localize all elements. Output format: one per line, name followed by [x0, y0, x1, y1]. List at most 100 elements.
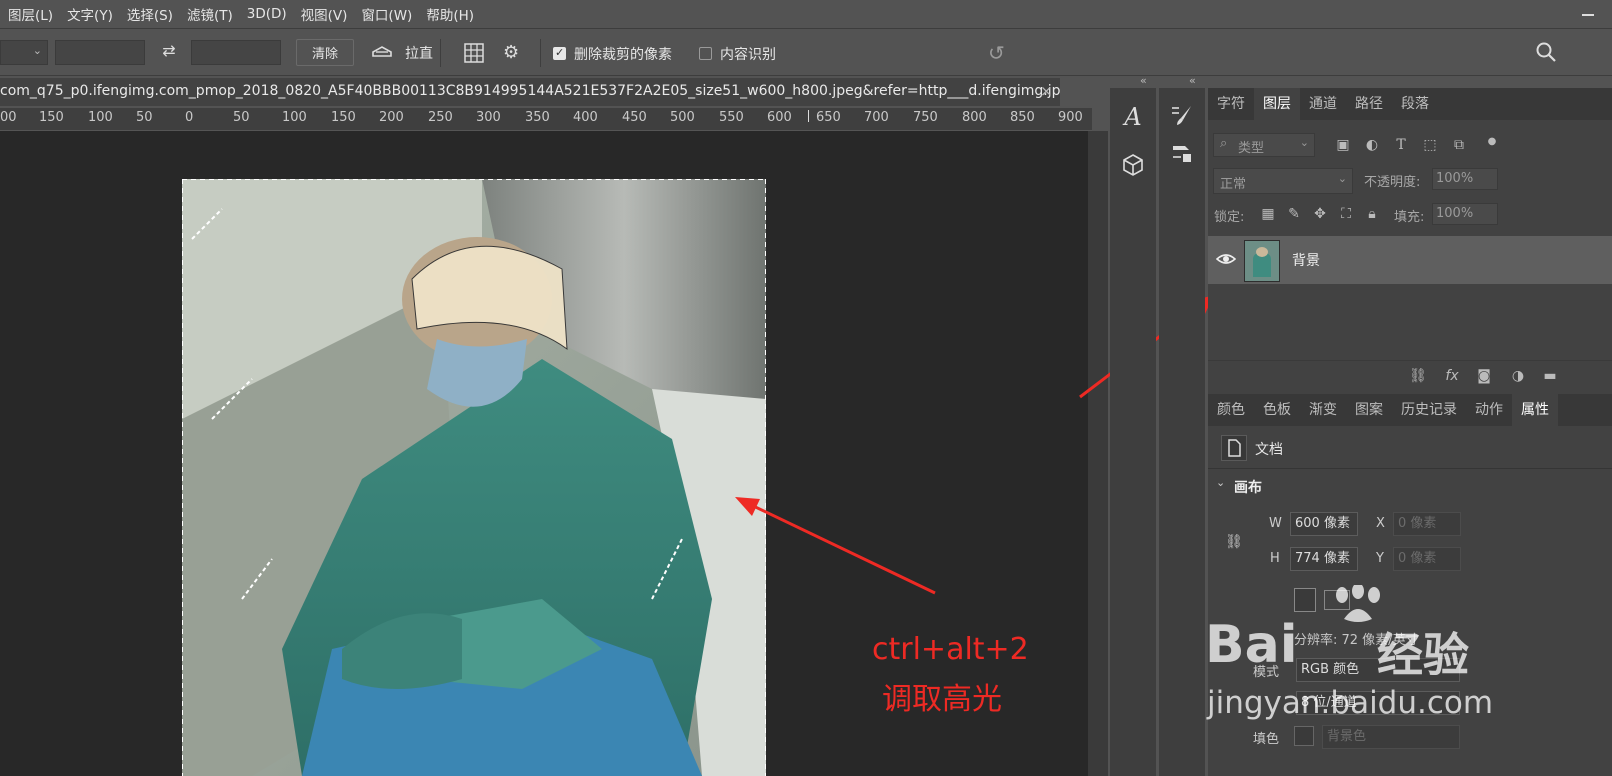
blend-mode-value: 正常 [1220, 177, 1247, 192]
content-aware-checkbox[interactable] [699, 47, 712, 60]
tool-presets-icon[interactable] [1159, 132, 1205, 174]
ratio-dropdown[interactable]: ⌄ [0, 40, 48, 65]
baidu-watermark: Bai 经验 jingyan.baidu.com [1205, 585, 1505, 735]
grid-overlay-icon[interactable] [463, 42, 485, 64]
content-aware-label: 内容识别 [720, 47, 776, 63]
menu-3d[interactable]: 3D(D) [240, 6, 294, 22]
opacity-value: 100% [1436, 171, 1474, 186]
layer-thumbnail [1244, 240, 1280, 282]
layer-filter-dropdown[interactable]: ⌕ 类型 ⌄ [1213, 133, 1315, 157]
type-filter-icon[interactable]: T [1393, 137, 1409, 153]
tab-character[interactable]: 字符 [1208, 88, 1254, 120]
ruler-label: 50 [233, 110, 250, 125]
straighten-label[interactable]: 拉直 [405, 43, 433, 63]
document-icon [1221, 435, 1247, 461]
ruler-label: 800 [962, 110, 987, 125]
lock-label: 锁定: [1214, 210, 1245, 225]
minimize-button[interactable] [1578, 6, 1598, 20]
tab-paragraph[interactable]: 段落 [1392, 88, 1438, 120]
width-field[interactable] [55, 40, 145, 65]
collapse-icon[interactable]: « [1189, 74, 1196, 87]
eye-icon[interactable] [1215, 251, 1237, 267]
menu-layer[interactable]: 图层(L) [0, 4, 60, 24]
tab-actions[interactable]: 动作 [1466, 394, 1512, 426]
straighten-icon[interactable] [370, 42, 394, 62]
menu-view[interactable]: 视图(V) [294, 4, 355, 24]
lock-brush-icon[interactable]: ✎ [1286, 206, 1302, 222]
canvas-width-input[interactable]: 600 像素 [1290, 512, 1358, 536]
tab-gradients[interactable]: 渐变 [1300, 394, 1346, 426]
undo-icon[interactable]: ↺ [988, 41, 1012, 65]
lock-position-icon[interactable]: ✥ [1312, 206, 1328, 222]
clear-button[interactable]: 清除 [296, 39, 354, 66]
smart-object-filter-icon[interactable]: ⧉ [1451, 137, 1467, 153]
height-field[interactable] [191, 40, 281, 65]
lock-transparent-icon[interactable]: ▦ [1260, 206, 1276, 222]
tab-patterns[interactable]: 图案 [1346, 394, 1392, 426]
ruler-label: 350 [525, 110, 550, 125]
folder-icon[interactable]: ▬ [1542, 368, 1558, 384]
canvas-x-input[interactable]: 0 像素 [1393, 512, 1461, 536]
menu-select[interactable]: 选择(S) [120, 4, 180, 24]
opacity-field[interactable]: 100% [1432, 168, 1498, 190]
divider [440, 39, 441, 67]
adjustment-layer-icon[interactable]: ◑ [1510, 368, 1526, 384]
y-label: Y [1376, 551, 1384, 566]
annotation-shortcut: ctrl+alt+2 [872, 632, 1029, 667]
adjustment-filter-icon[interactable]: ◐ [1364, 137, 1380, 153]
tab-history[interactable]: 历史记录 [1392, 394, 1466, 426]
gear-icon[interactable]: ⚙ [503, 42, 527, 64]
lock-artboard-icon[interactable]: ⛶ [1338, 206, 1354, 222]
tab-swatches[interactable]: 色板 [1254, 394, 1300, 426]
ruler-label: 300 [476, 110, 501, 125]
document-image[interactable] [182, 179, 766, 776]
ruler-label: 0 [185, 110, 194, 125]
search-icon[interactable] [1535, 41, 1557, 63]
chevron-down-icon: ⌄ [32, 44, 42, 57]
options-bar: ⌄ ⇄ 清除 拉直 ⚙ 删除裁剪的像素 内容识别 ↺ [0, 28, 1612, 76]
tab-properties[interactable]: 属性 [1512, 394, 1558, 426]
collapse-icon[interactable]: « [1140, 74, 1147, 87]
fill-field[interactable]: 100% [1432, 203, 1498, 225]
document-tab[interactable]: com_q75_p0.ifengimg.com_pmop_2018_0820_A… [0, 78, 1060, 106]
filter-toggle-icon[interactable]: ● [1484, 133, 1500, 149]
mask-icon[interactable]: ◙ [1476, 368, 1492, 384]
shape-filter-icon[interactable]: ⬚ [1422, 137, 1438, 153]
tab-paths[interactable]: 路径 [1346, 88, 1392, 120]
menu-help[interactable]: 帮助(H) [419, 4, 481, 24]
ruler-label: 550 [719, 110, 744, 125]
menu-window[interactable]: 窗口(W) [354, 4, 419, 24]
character-panel-icon[interactable]: A [1110, 96, 1156, 138]
canvas-y-input[interactable]: 0 像素 [1393, 547, 1461, 571]
properties-doc-label: 文档 [1255, 442, 1283, 458]
chevron-down-icon: ⌄ [1337, 172, 1347, 185]
ruler-label: 100 [282, 110, 307, 125]
tab-channels[interactable]: 通道 [1300, 88, 1346, 120]
image-filter-icon[interactable]: ▣ [1335, 137, 1351, 153]
menu-filter[interactable]: 滤镜(T) [180, 4, 240, 24]
close-icon[interactable]: × [1040, 82, 1053, 100]
x-label: X [1376, 516, 1385, 531]
chevron-down-icon[interactable]: ⌄ [1216, 476, 1225, 489]
watermark-brand-cn: 经验 [1377, 628, 1469, 682]
link-icon[interactable]: ⛓ [1409, 368, 1427, 384]
swap-icon[interactable]: ⇄ [158, 41, 180, 63]
properties-tabbar: 颜色 色板 渐变 图案 历史记录 动作 属性 [1208, 394, 1612, 426]
ruler-label: 500 [670, 110, 695, 125]
3d-cube-icon[interactable] [1110, 144, 1156, 186]
tab-color[interactable]: 颜色 [1208, 394, 1254, 426]
layer-row-background[interactable]: 背景 [1208, 236, 1612, 284]
fx-icon[interactable]: fx [1444, 368, 1460, 384]
ruler-label: 900 [1058, 110, 1083, 125]
tab-layers[interactable]: 图层 [1254, 88, 1300, 120]
ruler-label: 850 [1010, 110, 1035, 125]
menu-type[interactable]: 文字(Y) [60, 4, 120, 24]
link-icon[interactable]: ⛓ [1225, 534, 1243, 550]
blend-mode-dropdown[interactable]: 正常 ⌄ [1213, 168, 1353, 194]
ruler-label: 150 [39, 110, 64, 125]
delete-cropped-checkbox[interactable] [553, 46, 566, 60]
canvas-height-input[interactable]: 774 像素 [1290, 547, 1358, 571]
brush-settings-icon[interactable] [1159, 94, 1205, 136]
lock-all-icon[interactable]: 🔒︎ [1364, 206, 1380, 222]
width-label: W [1269, 516, 1282, 531]
